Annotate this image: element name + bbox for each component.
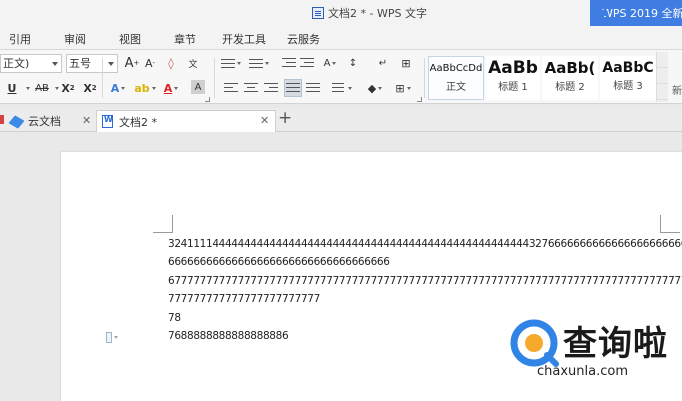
margin-corner-top-right bbox=[660, 215, 680, 233]
menu-section[interactable]: 章节 bbox=[174, 31, 196, 47]
style-heading-2-sample: AaBb( bbox=[544, 59, 596, 77]
text-direction-icon[interactable]: A bbox=[320, 55, 340, 71]
phonetic-guide-icon[interactable]: 文 bbox=[184, 55, 202, 71]
strikethrough-dropdown[interactable] bbox=[52, 80, 60, 96]
borders-icon[interactable]: ⊞ bbox=[392, 81, 414, 95]
menu-references[interactable]: 引用 bbox=[9, 31, 31, 47]
style-heading-2[interactable]: AaBb( 标题 2 bbox=[542, 56, 598, 100]
numbered-list-button[interactable] bbox=[248, 55, 270, 71]
menu-review[interactable]: 审阅 bbox=[64, 31, 86, 47]
watermark-logo-icon bbox=[510, 319, 559, 367]
margin-corner-top-left bbox=[153, 215, 173, 233]
styles-gallery-scroller[interactable] bbox=[656, 52, 668, 102]
tab-cloud-docs-label: 云文档 bbox=[28, 115, 61, 128]
pin-marker bbox=[0, 115, 4, 124]
font-size-combo[interactable]: 五号 bbox=[66, 54, 118, 73]
menu-developer[interactable]: 开发工具 bbox=[222, 31, 266, 47]
menu-bar: 引用 审阅 视图 章节 开发工具 云服务 bbox=[0, 26, 682, 50]
style-heading-1-label: 标题 1 bbox=[498, 82, 528, 93]
underline-dropdown[interactable] bbox=[22, 80, 32, 96]
subscript-button[interactable]: X2 bbox=[82, 80, 98, 96]
grow-font-button[interactable]: A + bbox=[124, 55, 140, 71]
watermark-brand: 查询啦 bbox=[563, 324, 668, 364]
bullet-list-button[interactable] bbox=[220, 55, 242, 71]
style-heading-1[interactable]: AaBb 标题 1 bbox=[486, 56, 540, 100]
ribbon-divider bbox=[424, 58, 425, 98]
window-title-text: 文档2 * - WPS 文字 bbox=[328, 7, 427, 20]
char-shading-button[interactable]: A bbox=[191, 80, 205, 94]
superscript-button[interactable]: X2 bbox=[60, 80, 76, 96]
sort-icon[interactable]: ↕ bbox=[346, 55, 360, 71]
font-dialog-launcher[interactable] bbox=[205, 97, 210, 102]
menu-cloud[interactable]: 云服务 bbox=[287, 31, 320, 47]
window-title: 文档2 * - WPS 文字 bbox=[312, 5, 427, 21]
text-effect-button[interactable]: A bbox=[108, 80, 128, 96]
word-doc-icon bbox=[102, 115, 113, 128]
underline-button[interactable]: U bbox=[4, 80, 20, 96]
style-normal[interactable]: AaBbCcDd 正文 bbox=[428, 56, 484, 100]
paragraph-dialog-launcher[interactable] bbox=[417, 97, 422, 102]
justify-icon[interactable] bbox=[284, 79, 302, 97]
title-bar: 文档2 * - WPS 文字 WPS 2019 全新 bbox=[0, 0, 682, 26]
menu-view[interactable]: 视图 bbox=[119, 31, 141, 47]
chevron-down-icon bbox=[108, 62, 114, 66]
wps-badge-text: WPS 2019 全新 bbox=[602, 7, 682, 20]
paragraph-line[interactable]: 3241111444444444444444444444444444444444… bbox=[168, 238, 682, 250]
decrease-indent-icon[interactable] bbox=[282, 55, 296, 71]
style-heading-3-sample: AaBbC bbox=[602, 60, 654, 76]
strikethrough-button[interactable]: AB bbox=[32, 80, 52, 96]
paragraph-menu-icon[interactable] bbox=[106, 331, 118, 343]
paragraph-line[interactable]: 78 bbox=[168, 312, 181, 324]
font-name-value: 正文) bbox=[3, 57, 30, 70]
paragraph-line[interactable]: 7688888888888888886 bbox=[168, 330, 289, 342]
tab-document2-label: 文档2 * bbox=[119, 115, 157, 129]
paragraph-line[interactable]: 66666666666666666666666666666666666 bbox=[168, 256, 390, 268]
align-left-icon[interactable] bbox=[224, 81, 238, 95]
paragraph-line[interactable]: 777777777777777777777777 bbox=[168, 293, 320, 305]
highlight-button[interactable]: ab bbox=[134, 80, 156, 96]
close-icon[interactable]: ✕ bbox=[82, 114, 91, 127]
wps-version-badge[interactable]: WPS 2019 全新 bbox=[590, 0, 682, 26]
cloud-doc-icon bbox=[10, 116, 23, 127]
font-name-combo[interactable]: 正文) bbox=[0, 54, 62, 73]
style-heading-1-sample: AaBb bbox=[488, 58, 538, 78]
ribbon-divider bbox=[102, 58, 103, 98]
style-normal-sample: AaBbCcDd bbox=[429, 63, 483, 74]
style-heading-2-label: 标题 2 bbox=[555, 82, 585, 93]
chevron-down-icon bbox=[52, 62, 58, 66]
close-icon[interactable]: ✕ bbox=[260, 114, 269, 127]
font-color-button[interactable]: A bbox=[160, 80, 182, 96]
align-center-icon[interactable] bbox=[244, 81, 258, 95]
distribute-icon[interactable] bbox=[306, 81, 320, 95]
style-heading-3-label: 标题 3 bbox=[613, 81, 643, 92]
new-style-label[interactable]: 新 bbox=[672, 82, 682, 97]
increase-indent-icon[interactable] bbox=[300, 55, 314, 71]
ribbon-divider bbox=[214, 58, 215, 98]
show-marks-icon[interactable]: ↵ bbox=[375, 55, 391, 71]
new-tab-plus-icon[interactable]: + bbox=[278, 108, 292, 128]
line-spacing-icon[interactable] bbox=[332, 81, 352, 95]
align-right-icon[interactable] bbox=[264, 81, 278, 95]
watermark-url: chaxunla.com bbox=[537, 364, 628, 379]
paragraph-line[interactable]: 6777777777777777777777777777777777777777… bbox=[168, 275, 682, 287]
style-heading-3[interactable]: AaBbC 标题 3 bbox=[600, 56, 656, 100]
shrink-font-button[interactable]: A- bbox=[142, 55, 158, 71]
site-watermark: 查询啦 chaxunla.com bbox=[503, 312, 682, 384]
tab-document2[interactable]: 文档2 * bbox=[96, 110, 276, 132]
paragraph-shading-icon[interactable]: ◆ bbox=[364, 81, 386, 95]
document-tab-bar: 云文档 ✕ 文档2 * ✕ + bbox=[0, 108, 682, 132]
ribbon: 正文) 五号 A + A- ◊ 文 U AB X2 X2 A ab A A A ↕… bbox=[0, 50, 682, 104]
clear-format-icon[interactable]: ◊ bbox=[163, 55, 179, 71]
document-icon bbox=[312, 7, 324, 19]
table-icon[interactable]: ⊞ bbox=[399, 55, 413, 71]
style-normal-label: 正文 bbox=[446, 82, 466, 93]
font-size-value: 五号 bbox=[69, 57, 91, 70]
